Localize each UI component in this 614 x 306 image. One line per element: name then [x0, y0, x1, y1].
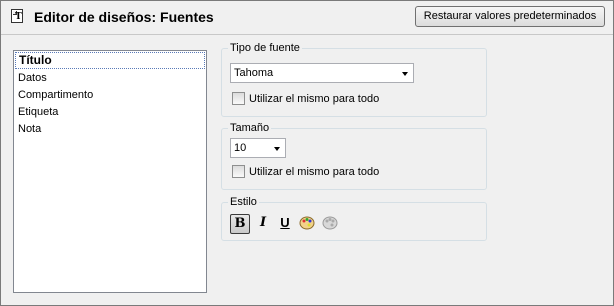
font-type-value: Tahoma: [234, 67, 274, 79]
size-group: Tamaño 10 Utilizar el mismo para todo: [221, 121, 487, 190]
style-group: Estilo B I U: [221, 195, 487, 241]
list-item-compartimento[interactable]: Compartimento: [14, 87, 206, 104]
restore-defaults-button[interactable]: Restaurar valores predeterminados: [415, 6, 605, 27]
size-same-label: Utilizar el mismo para todo: [249, 166, 380, 178]
chevron-down-icon: [274, 147, 280, 151]
list-item-titulo[interactable]: Título: [15, 52, 205, 69]
chevron-down-icon: [402, 72, 408, 76]
list-item-nota[interactable]: Nota: [14, 121, 206, 138]
element-list[interactable]: Título Datos Compartimento Etiqueta Nota: [13, 50, 207, 293]
color-palette-disabled-icon: [320, 214, 340, 234]
style-label: Estilo: [228, 195, 259, 209]
bold-icon[interactable]: B: [230, 214, 250, 234]
list-item-etiqueta[interactable]: Etiqueta: [14, 104, 206, 121]
underline-icon[interactable]: U: [275, 214, 295, 234]
size-select[interactable]: 10: [230, 138, 286, 158]
color-palette-icon[interactable]: [297, 214, 317, 234]
content-area: Título Datos Compartimento Etiqueta Nota…: [1, 35, 613, 305]
size-value: 10: [234, 142, 247, 154]
list-item-datos[interactable]: Datos: [14, 70, 206, 87]
font-type-group: Tipo de fuente Tahoma Utilizar el mismo …: [221, 41, 487, 117]
header-bar: T Editor de diseños: Fuentes Restaurar v…: [1, 1, 613, 35]
font-type-same-label: Utilizar el mismo para todo: [249, 93, 380, 105]
page-title: Editor de diseños: Fuentes: [34, 9, 214, 25]
italic-icon[interactable]: I: [253, 214, 273, 234]
font-type-select[interactable]: Tahoma: [230, 63, 414, 83]
style-toolbar: B I U: [230, 214, 350, 234]
font-editor-window: T Editor de diseños: Fuentes Restaurar v…: [0, 0, 614, 306]
document-text-icon: T: [11, 9, 23, 23]
font-type-label: Tipo de fuente: [228, 41, 302, 55]
checkbox-box[interactable]: [232, 165, 245, 178]
size-label: Tamaño: [228, 121, 272, 135]
checkbox-box[interactable]: [232, 92, 245, 105]
